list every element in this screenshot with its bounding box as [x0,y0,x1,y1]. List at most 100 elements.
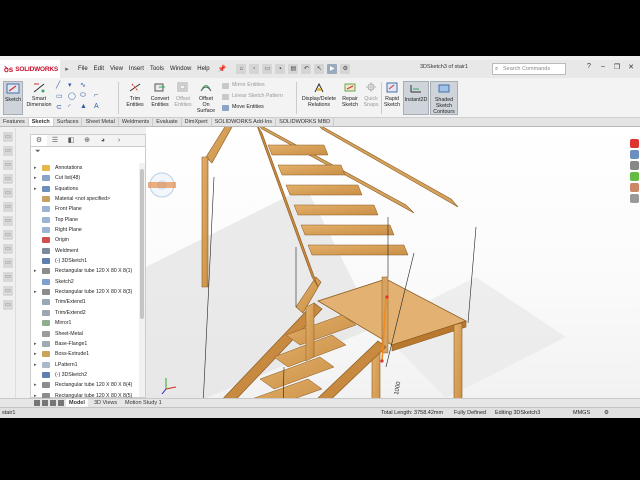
tab-sheet-metal[interactable]: Sheet Metal [82,118,119,126]
sketch-tool-icon[interactable]: ▭ [3,160,13,170]
offset-entities-button[interactable]: Offset Entities [173,81,193,108]
rebuild-icon[interactable]: ▶ [327,64,338,74]
point-icon[interactable]: ▲ [80,103,87,110]
expand-arrow-icon[interactable]: ▸ [34,339,37,349]
sketch-tool-icon[interactable]: ▭ [3,244,13,254]
sketch-tool-icon[interactable]: ▭ [3,174,13,184]
tab-features[interactable]: Features [0,118,29,126]
sketch-tool-icon[interactable]: ▭ [3,188,13,198]
tree-scroll-thumb[interactable] [140,169,144,319]
tab-sketch[interactable]: Sketch [28,118,54,126]
expand-arrow-icon[interactable]: ▸ [34,163,37,173]
status-units[interactable]: MMGS [573,408,590,418]
menu-insert[interactable]: Insert [129,66,144,72]
sketch-point[interactable] [385,295,389,299]
graphics-area[interactable]: 1000 25 [146,127,640,398]
line-icon[interactable]: ╱ [56,81,60,89]
tree-item[interactable]: (-) 3DSketch2 [31,370,139,380]
tab-solidworks-mbd[interactable]: SOLIDWORKS MBD [276,118,335,126]
linear-sketch-pattern-item[interactable]: Linear Sketch Pattern [222,91,283,102]
next-tab-icon[interactable] [50,400,56,406]
view-palette-icon[interactable] [630,172,639,181]
pin-icon[interactable]: 📌 [218,65,227,73]
menu-tools[interactable]: Tools [150,66,164,72]
close-icon[interactable]: ✕ [626,63,636,71]
new-document-icon[interactable]: ▫ [249,64,260,74]
prev-tab-icon[interactable] [42,400,48,406]
menu-edit[interactable]: Edit [94,66,104,72]
file-explorer-icon[interactable] [630,161,639,170]
arc-icon[interactable]: ◜ [68,103,71,111]
customize-icon[interactable]: ⚙ [604,408,609,418]
display-delete-relations-button[interactable]: Display/Delete Relations [300,81,338,108]
tree-item[interactable]: ▸ Rectangular tube 120 X 80 X 8(3) [31,287,139,297]
offset-on-surface-button[interactable]: Offset On Surface [195,81,217,114]
custom-properties-icon[interactable] [630,194,639,203]
tree-item[interactable]: ▸ LPattern1 [31,360,139,370]
select-icon[interactable]: ↖ [314,64,325,74]
tab-surfaces[interactable]: Surfaces [54,118,83,126]
open-icon[interactable]: ▭ [262,64,273,74]
expand-arrow-icon[interactable]: ▸ [34,173,37,183]
text-icon[interactable]: A [94,103,99,110]
restore-icon[interactable]: ❐ [612,63,622,71]
filter-icon[interactable]: ⏷ [35,148,41,156]
sketch-tool-icon[interactable]: ▭ [3,286,13,296]
shaded-sketch-contours-button[interactable]: Shaded Sketch Contours [430,81,458,115]
tree-item[interactable]: Sheet-Metal [31,329,139,339]
sketch-button[interactable]: Sketch [3,81,23,115]
menu-file[interactable]: File [78,66,88,72]
feature-tree-icon[interactable]: ⚙ [31,135,47,146]
tree-item[interactable]: ▸ Rectangular tube 120 X 80 X 8(1) [31,266,139,276]
tree-item[interactable]: ▸ Base-Flange1 [31,339,139,349]
tree-item[interactable]: ▸ Equations [31,184,139,194]
smart-dimension-button[interactable]: Smart Dimension [24,81,54,108]
more-tabs-icon[interactable]: › [111,135,127,146]
tree-item[interactable]: Weldment [31,246,139,256]
tree-item[interactable]: ▸ Boss-Extrude1 [31,349,139,359]
appearances-icon[interactable] [630,183,639,192]
tree-item[interactable]: Front Plane [31,204,139,214]
undo-icon[interactable]: ↶ [301,64,312,74]
sketch-tool-icon[interactable]: ▭ [3,216,13,226]
property-manager-icon[interactable]: ☰ [47,135,63,146]
search-commands-field[interactable]: ⌕ Search Commands [492,63,566,75]
home-icon[interactable]: ⌂ [236,64,247,74]
convert-entities-button[interactable]: Convert Entities [148,81,172,108]
tree-item[interactable]: Trim/Extend2 [31,308,139,318]
last-tab-icon[interactable] [58,400,64,406]
sketch-tool-icon[interactable]: ▭ [3,202,13,212]
menu-window[interactable]: Window [170,66,191,72]
save-icon[interactable]: ▪ [275,64,286,74]
ellipse-icon[interactable]: ⬭ [80,92,86,100]
stair-model[interactable]: 1000 25 [146,127,640,398]
line-dropdown-icon[interactable]: ▾ [68,81,72,89]
design-library-icon[interactable] [630,150,639,159]
tree-item[interactable]: Sketch2 [31,277,139,287]
first-tab-icon[interactable] [34,400,40,406]
tree-item[interactable]: Top Plane [31,215,139,225]
rectangle-icon[interactable]: ▭ [56,92,63,100]
dimension-label[interactable]: 1000 [394,381,402,396]
sketch-tool-icon[interactable]: ▭ [3,132,13,142]
help-icon[interactable]: ? [584,63,594,71]
tree-item[interactable]: ▸ Annotations [31,163,139,173]
tree-item[interactable]: Mirror1 [31,318,139,328]
minimize-icon[interactable]: – [598,63,608,71]
slot-icon[interactable]: ⊂ [56,103,62,111]
expand-arrow-icon[interactable]: ▸ [34,184,37,194]
tree-item[interactable]: Material <not specified> [31,194,139,204]
print-icon[interactable]: ▤ [288,64,299,74]
tab-evaluate[interactable]: Evaluate [153,118,182,126]
expand-arrow-icon[interactable]: ▸ [34,287,37,297]
sketch-tool-icon[interactable]: ▭ [3,258,13,268]
quick-snaps-button[interactable]: Quick Snaps [362,81,380,108]
sketch-tool-icon[interactable]: ▭ [3,272,13,282]
dimxpert-manager-icon[interactable]: ⊕ [79,135,95,146]
expand-menu-icon[interactable]: ▸ [60,65,74,73]
tree-item[interactable]: Right Plane [31,225,139,235]
sketch-tool-icon[interactable]: ▭ [3,300,13,310]
solidworks-resources-icon[interactable] [630,139,639,148]
menu-help[interactable]: Help [197,66,209,72]
expand-arrow-icon[interactable]: ▸ [34,380,37,390]
